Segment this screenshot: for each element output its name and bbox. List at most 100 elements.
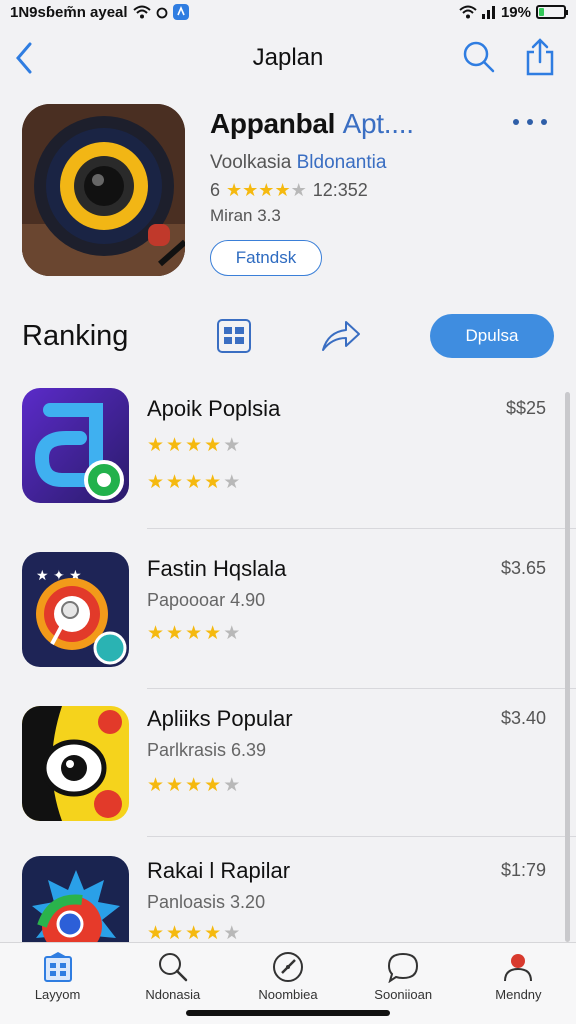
- app-header: Appanbal Apt.... Voolkasia Bldonantia 6 …: [22, 100, 554, 280]
- rating-stars: ★★★★★: [147, 622, 242, 645]
- status-bar: 1N9sɓem̃n ayeal 19%: [0, 0, 576, 24]
- star-icon: ★: [223, 623, 243, 644]
- list-item[interactable]: Apoik Poplsia $$25 ★★★★★ ★★★★★: [0, 380, 576, 530]
- star-icon: ★: [290, 180, 307, 200]
- tab-label: Ndonasia: [145, 987, 201, 1002]
- tab-layyom[interactable]: Layyom: [0, 943, 115, 1024]
- app-notification-icon: [172, 4, 189, 20]
- nav-bar: Japlan: [0, 30, 576, 86]
- star-icon: ★: [274, 180, 291, 200]
- rating-stars: ★★★★★: [147, 471, 242, 494]
- wifi-icon: [132, 5, 151, 19]
- app-price: $3.40: [500, 708, 546, 728]
- star-icon: ★: [223, 435, 243, 456]
- eye-icon: [22, 706, 129, 821]
- search-icon[interactable]: [462, 40, 496, 74]
- star-icon: ★: [185, 623, 205, 644]
- alarm-icon: [156, 7, 167, 19]
- share-icon[interactable]: [524, 38, 556, 76]
- app-subtitle: Panloasis 3.20: [147, 892, 266, 912]
- divider: [147, 836, 576, 837]
- app-icon-d-logo: [22, 388, 129, 503]
- share-arrow-icon[interactable]: [320, 318, 362, 354]
- battery-fill: [539, 8, 544, 16]
- status-right: 19%: [459, 3, 568, 21]
- battery-percent: 19%: [500, 3, 531, 21]
- wifi-icon: [459, 5, 477, 19]
- search-icon: [158, 953, 188, 982]
- list-item[interactable]: Apliiks Popular $3.40 Parlkrasis 6.39 ★★…: [0, 690, 576, 840]
- rating-stars: ★★★★★: [226, 180, 307, 201]
- star-icon: ★: [185, 472, 205, 493]
- star-icon: ★: [223, 923, 243, 944]
- star-icon: ★: [185, 923, 205, 944]
- app-price: $1:79: [500, 860, 546, 880]
- ranking-filter-button[interactable]: Dpulsa: [430, 314, 554, 358]
- tab-label: Noombiea: [258, 987, 318, 1002]
- app-name: Fastin Hqslala: [147, 556, 287, 581]
- app-icon-pin: ★ ✦ ★: [22, 552, 129, 667]
- developer-name: Voolkasia: [210, 152, 292, 173]
- app-subtitle: Parlkrasis 6.39: [147, 740, 267, 760]
- profile-icon: [504, 954, 533, 982]
- status-left: 1N9sɓem̃n ayeal: [10, 4, 189, 21]
- star-icon: ★: [185, 775, 205, 796]
- compass-icon: [273, 952, 303, 982]
- star-icon: ★: [204, 472, 224, 493]
- star-icon: ★: [147, 435, 167, 456]
- tab-label: Mendny: [495, 987, 542, 1002]
- rating-stars: ★★★★★: [147, 774, 242, 797]
- grid-view-icon[interactable]: [216, 318, 252, 354]
- nav-title: Japlan: [252, 44, 324, 71]
- star-icon: ★: [166, 623, 186, 644]
- app-subtitle: Papoooar 4.90: [147, 590, 266, 610]
- chevron-left-icon[interactable]: [12, 40, 36, 76]
- more-options-icon[interactable]: [510, 110, 550, 134]
- divider: [147, 688, 576, 689]
- ranking-bar: Ranking Dpulsa: [22, 312, 554, 362]
- chat-bubble-icon: [388, 952, 419, 983]
- star-icon: ★: [147, 623, 167, 644]
- star-icon: ★: [204, 435, 224, 456]
- developer-link[interactable]: Bldonantia: [297, 152, 387, 173]
- app-name: Apoik Poplsia: [147, 396, 281, 421]
- pin-target-icon: ★ ✦ ★: [22, 552, 129, 667]
- app-extra-info: Miran 3.3: [210, 206, 281, 225]
- star-icon: ★: [166, 472, 186, 493]
- d-logo-icon: [22, 388, 129, 503]
- tab-label: Layyom: [34, 987, 81, 1002]
- home-indicator[interactable]: [186, 1010, 390, 1016]
- scrollbar[interactable]: [565, 392, 570, 942]
- app-title-main: Appanbal: [210, 108, 336, 139]
- tab-mendny[interactable]: Mendny: [461, 943, 576, 1024]
- app-price: $3.65: [500, 558, 546, 578]
- app-action-button[interactable]: Fatndsk: [210, 240, 322, 276]
- app-icon-eye: [22, 706, 129, 821]
- star-icon: ★: [204, 775, 224, 796]
- rating-prefix: 6: [210, 180, 221, 200]
- signal-icon: [481, 6, 495, 19]
- app-name: Rakai l Rapilar: [147, 858, 291, 883]
- star-icon: ★: [242, 180, 259, 200]
- app-developer: Voolkasia Bldonantia: [210, 152, 386, 174]
- app-title: Appanbal Apt....: [210, 108, 414, 140]
- divider: [147, 528, 576, 529]
- tab-label: Sooniioan: [374, 987, 433, 1002]
- list-item[interactable]: ★ ✦ ★ Fastin Hqslala $3.65 Papoooar 4.90…: [0, 540, 576, 690]
- star-icon: ★: [258, 180, 275, 200]
- star-icon: ★: [147, 775, 167, 796]
- status-text: 1N9sɓem̃n ayeal: [10, 3, 128, 21]
- rating-count: 12:352: [312, 180, 368, 200]
- star-icon: ★: [223, 775, 243, 796]
- star-icon: ★: [185, 435, 205, 456]
- star-icon: ★: [166, 923, 186, 944]
- battery-icon: [536, 5, 568, 19]
- star-icon: ★: [166, 435, 186, 456]
- app-name: Apliiks Popular: [147, 706, 293, 731]
- star-icon: ★: [147, 923, 167, 944]
- star-icon: ★: [147, 472, 167, 493]
- app-title-suffix: Apt....: [342, 108, 414, 139]
- app-icon-camera-lens[interactable]: [22, 104, 185, 276]
- ranking-title: Ranking: [22, 320, 129, 352]
- app-price: $$25: [505, 398, 546, 418]
